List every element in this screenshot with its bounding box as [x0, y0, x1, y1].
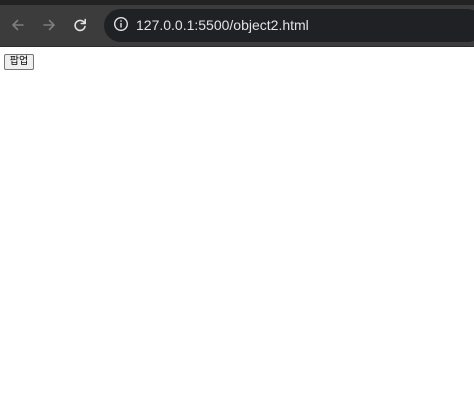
back-button[interactable]: [5, 12, 31, 38]
browser-toolbar: 127.0.0.1:5500/object2.html: [0, 5, 474, 47]
forward-button[interactable]: [36, 12, 62, 38]
url-text[interactable]: 127.0.0.1:5500/object2.html: [136, 17, 309, 34]
reload-icon: [72, 17, 88, 33]
page-content: 팝업: [0, 47, 474, 414]
browser-chrome: 127.0.0.1:5500/object2.html: [0, 0, 474, 47]
info-circle-icon: [113, 16, 129, 36]
arrow-left-icon: [10, 17, 26, 33]
address-bar[interactable]: 127.0.0.1:5500/object2.html: [104, 9, 474, 42]
site-info-button[interactable]: [109, 14, 132, 37]
arrow-right-icon: [41, 17, 57, 33]
popup-button[interactable]: 팝업: [4, 54, 34, 70]
reload-button[interactable]: [67, 12, 93, 38]
